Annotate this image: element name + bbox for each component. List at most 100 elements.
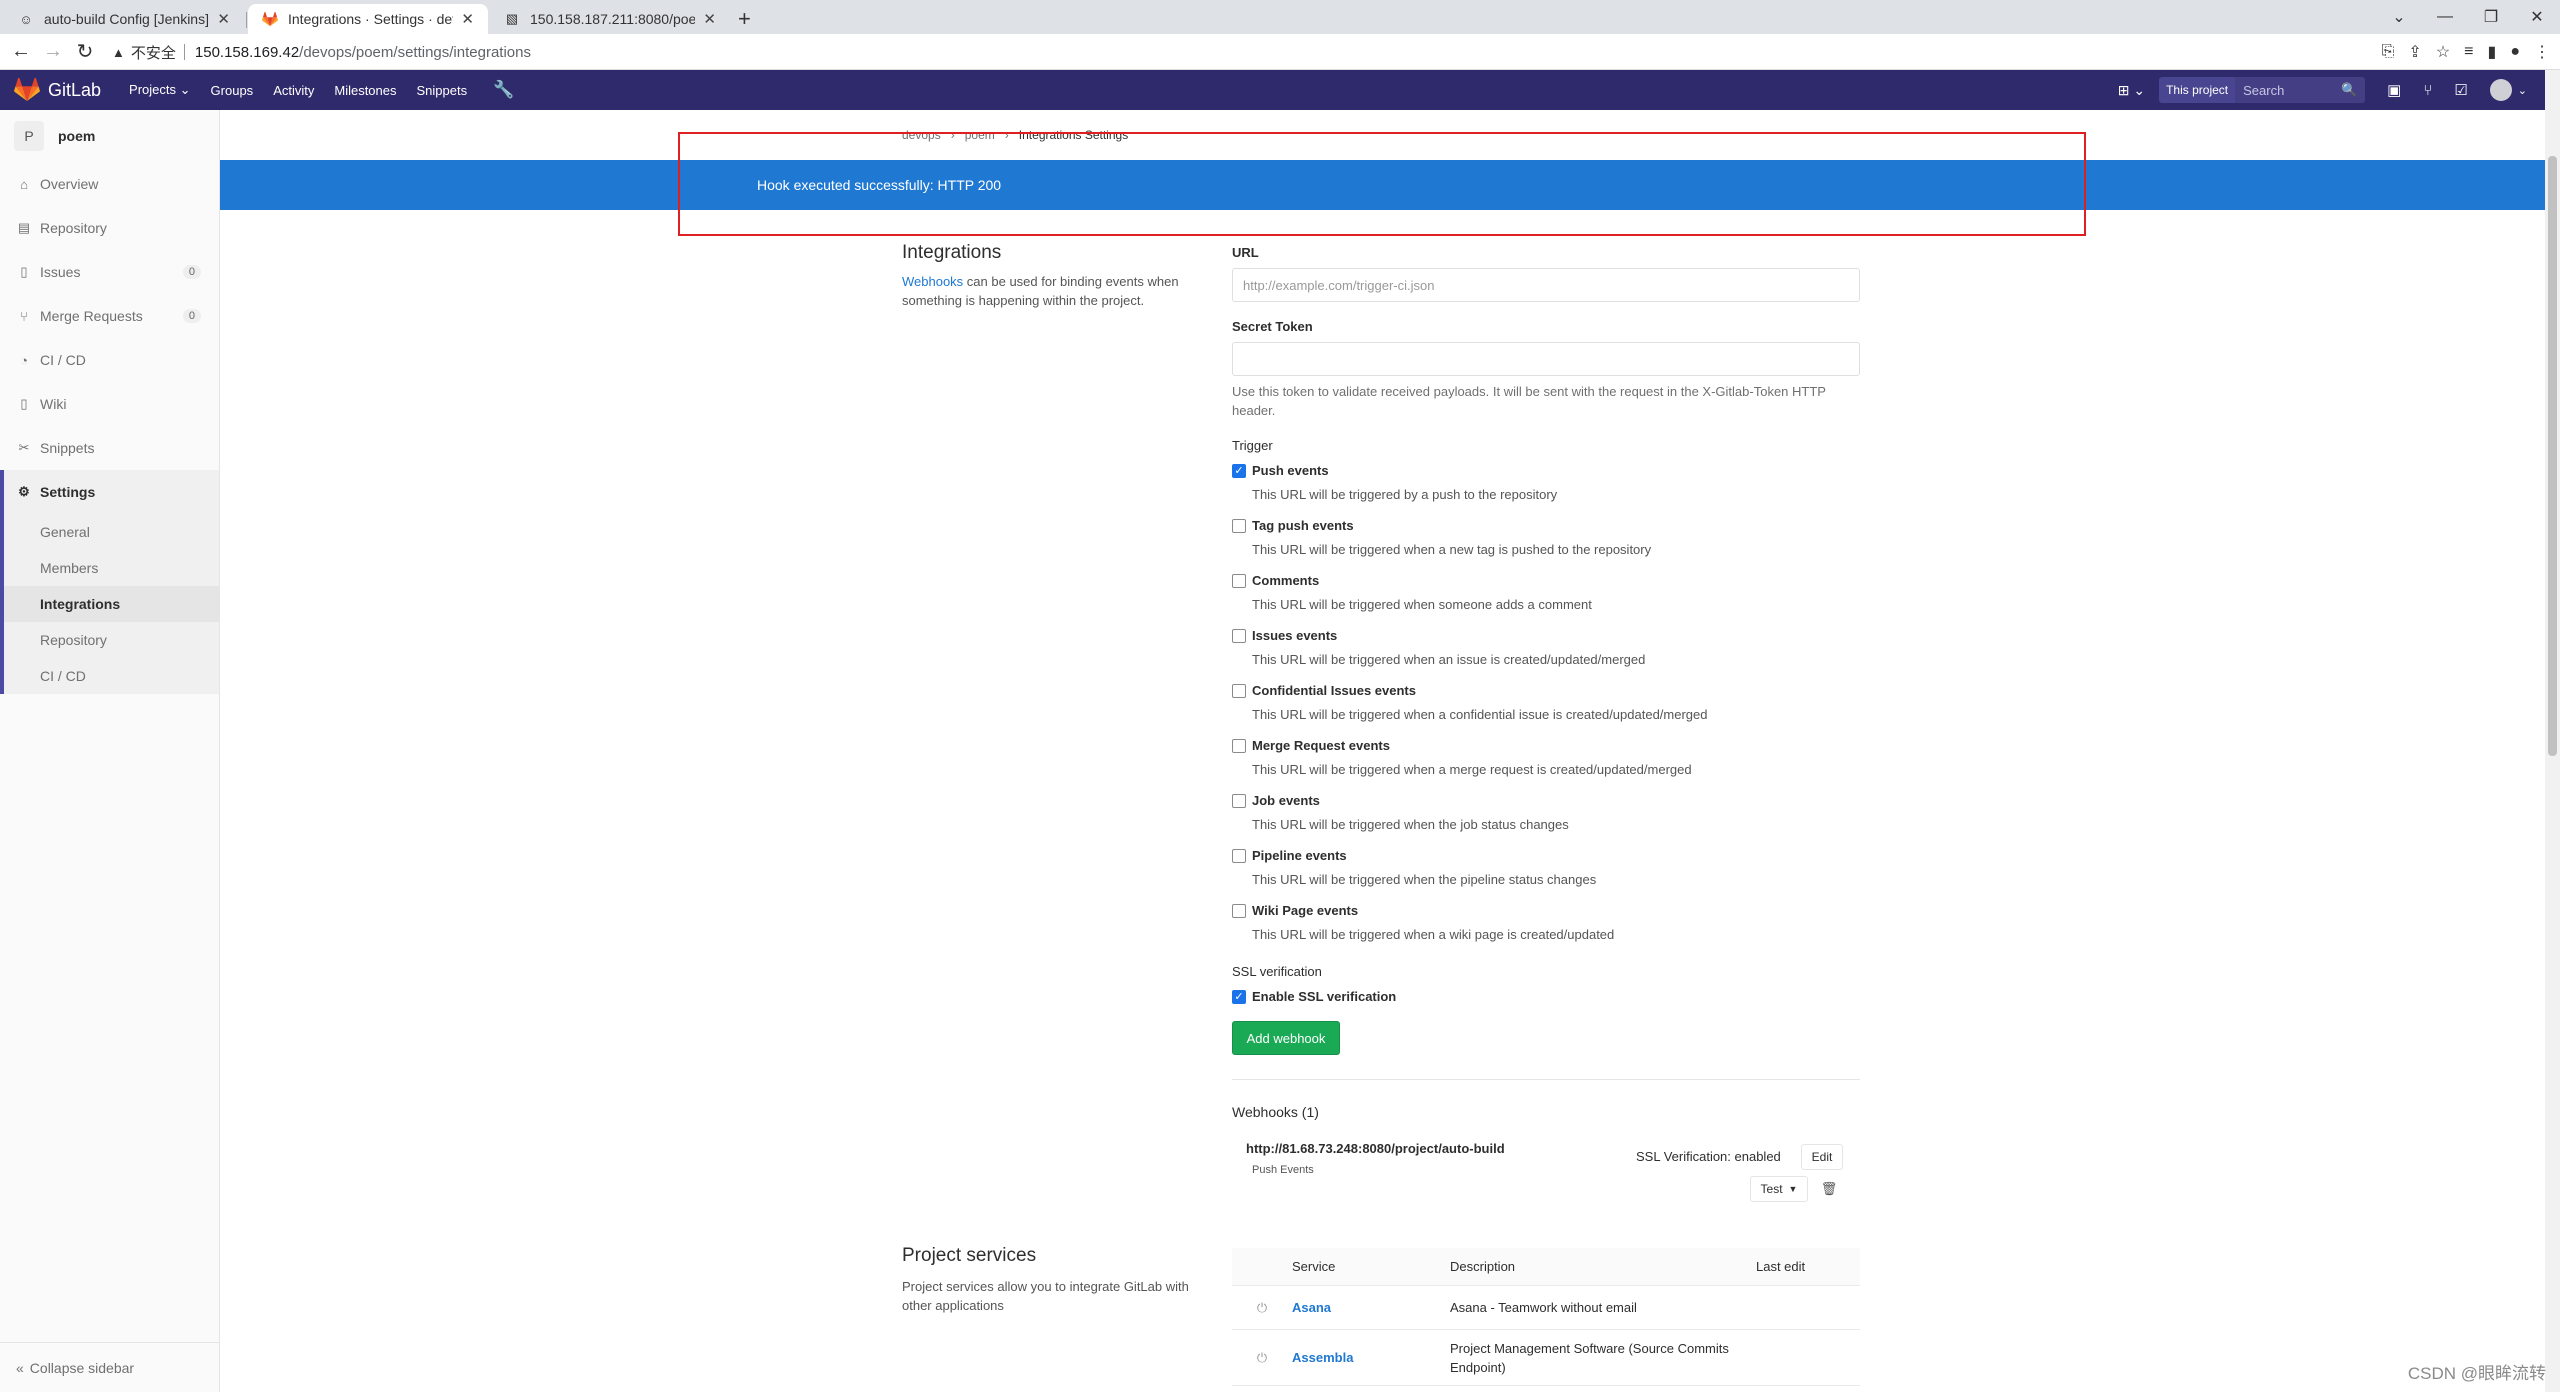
edit-webhook-button[interactable]: Edit: [1801, 1144, 1843, 1170]
reload-icon[interactable]: ↻: [74, 39, 96, 64]
minimize-icon[interactable]: —: [2422, 8, 2468, 26]
trigger-name: Push events: [1252, 463, 1329, 478]
checkbox-confidential-issues-events[interactable]: [1232, 683, 1246, 698]
trigger-job-events: Job events This URL will be triggered wh…: [1232, 793, 1569, 832]
sidebar-item-merge-requests[interactable]: ⑂ Merge Requests 0: [0, 294, 219, 338]
trigger-name: Confidential Issues events: [1252, 683, 1416, 698]
service-link-asana[interactable]: Asana: [1292, 1300, 1450, 1315]
divider: [183, 44, 185, 60]
trigger-help: This URL will be triggered when a confid…: [1252, 707, 1708, 722]
webhooks-link[interactable]: Webhooks: [902, 274, 963, 289]
checkbox-pipeline-events[interactable]: [1232, 848, 1246, 863]
sidepanel-icon[interactable]: ▮: [2488, 42, 2497, 62]
ssl-verification-label: SSL verification: [1232, 964, 1322, 979]
checkbox-job-events[interactable]: [1232, 793, 1246, 808]
url-placeholder: http://example.com/trigger-ci.json: [1243, 277, 1435, 293]
checkbox-issues-events[interactable]: [1232, 628, 1246, 643]
search-scope-badge[interactable]: This project: [2159, 77, 2236, 103]
sidebar-item-repository[interactable]: ▤ Repository: [0, 206, 219, 250]
wrench-icon[interactable]: 🔧: [493, 80, 514, 100]
delete-webhook-button[interactable]: 🗑: [1815, 1176, 1843, 1202]
back-icon[interactable]: ←: [10, 40, 32, 63]
sidebar-item-overview[interactable]: ⌂ Overview: [0, 162, 219, 206]
trigger-name: Issues events: [1252, 628, 1338, 643]
translate-icon[interactable]: ⎘: [2382, 43, 2395, 61]
new-dropdown-plus-icon[interactable]: ⊞ ⌄: [2118, 82, 2145, 99]
trigger-comments: Comments This URL will be triggered when…: [1232, 573, 1592, 612]
sidebar-item-label: Wiki: [40, 396, 67, 412]
add-webhook-button[interactable]: Add webhook: [1232, 1021, 1340, 1055]
issues-icon[interactable]: ▣: [2387, 81, 2401, 99]
trigger-merge-request-events: Merge Request events This URL will be tr…: [1232, 738, 1692, 777]
todo-icon[interactable]: ☑: [2454, 81, 2467, 99]
forward-icon[interactable]: →: [42, 40, 64, 63]
nav-milestones[interactable]: Milestones: [334, 83, 396, 98]
profile-icon[interactable]: ●: [2510, 43, 2520, 61]
sidebar-item-issues[interactable]: ▯ Issues 0: [0, 250, 219, 294]
sidebar-subitem-general[interactable]: General: [4, 514, 219, 550]
service-link-assembla[interactable]: Assembla: [1292, 1350, 1450, 1365]
chevron-down-icon[interactable]: ⌄: [2518, 84, 2527, 97]
test-webhook-dropdown[interactable]: Test ▼: [1750, 1176, 1808, 1202]
checkbox-wiki-page-events[interactable]: [1232, 903, 1246, 918]
sidebar-project-header[interactable]: P poem: [0, 110, 219, 162]
nav-snippets[interactable]: Snippets: [417, 83, 468, 98]
secret-token-label: Secret Token: [1232, 319, 1313, 334]
checkbox-comments[interactable]: [1232, 573, 1246, 588]
scrollbar-thumb[interactable]: [2548, 156, 2557, 756]
webhook-events: Push Events: [1252, 1164, 1314, 1176]
sidebar-item-ci-cd[interactable]: ◔ CI / CD: [0, 338, 219, 382]
column-header-description: Description: [1450, 1259, 1516, 1274]
checkbox-tag-push-events[interactable]: [1232, 518, 1246, 533]
trigger-help: This URL will be triggered when a wiki p…: [1252, 927, 1615, 942]
power-icon: ⏻: [1256, 1299, 1268, 1315]
tab-title: 150.158.187.211:8080/poem_: [530, 11, 696, 27]
sidebar-item-settings[interactable]: ⚙ Settings: [4, 470, 219, 514]
search-input[interactable]: Search 🔍: [2235, 77, 2366, 103]
checkbox-merge-request-events[interactable]: [1232, 738, 1246, 753]
sidebar-subitem-members[interactable]: Members: [4, 550, 219, 586]
browser-tab-gitlab[interactable]: Integrations · Settings · devop ✕: [248, 4, 488, 34]
sidebar-subitem-integrations[interactable]: Integrations: [4, 586, 219, 622]
nav-groups[interactable]: Groups: [211, 83, 254, 98]
page-title: Integrations: [902, 242, 1002, 263]
sidebar-subitem-ci-cd[interactable]: CI / CD: [4, 658, 219, 694]
star-icon[interactable]: ☆: [2436, 42, 2450, 62]
browser-tab-strip: ☺ auto-build Config [Jenkins] ✕ Integrat…: [0, 0, 2560, 34]
url-input[interactable]: http://example.com/trigger-ci.json: [1232, 268, 1860, 302]
trigger-help: This URL will be triggered when the job …: [1252, 817, 1569, 832]
nav-projects[interactable]: Projects ⌄: [129, 82, 191, 98]
collapse-sidebar-button[interactable]: « Collapse sidebar: [0, 1342, 220, 1392]
browser-tab-poem[interactable]: ▧ 150.158.187.211:8080/poem_ ✕: [490, 4, 730, 34]
tab-title: auto-build Config [Jenkins]: [44, 11, 209, 27]
sidebar-subitem-repository[interactable]: Repository: [4, 622, 219, 658]
services-table: Service Description Last edit ⏻ Asana As…: [1232, 1248, 1860, 1386]
nav-activity[interactable]: Activity: [273, 83, 314, 98]
trigger-name: Comments: [1252, 573, 1320, 588]
sidebar-item-snippets[interactable]: ✂ Snippets: [0, 426, 219, 470]
close-window-icon[interactable]: ✕: [2514, 7, 2560, 27]
close-icon[interactable]: ✕: [461, 10, 474, 28]
checkbox-push-events[interactable]: ✓: [1232, 463, 1246, 478]
sidebar-item-wiki[interactable]: ▯ Wiki: [0, 382, 219, 426]
restore-icon[interactable]: ❐: [2468, 7, 2514, 27]
chevron-down-icon[interactable]: ⌄: [2376, 7, 2422, 27]
new-tab-button[interactable]: +: [738, 6, 751, 32]
trigger-push-events: ✓ Push events This URL will be triggered …: [1232, 463, 1557, 502]
gitlab-logo[interactable]: GitLab: [14, 78, 101, 102]
secret-token-input[interactable]: [1232, 342, 1860, 376]
url-field[interactable]: ▲ 不安全 150.158.169.42 /devops/poem/settin…: [112, 38, 2312, 66]
close-icon[interactable]: ✕: [703, 10, 716, 28]
share-icon[interactable]: ⇪: [2408, 42, 2421, 62]
user-avatar[interactable]: [2489, 79, 2512, 101]
reading-list-icon[interactable]: ≡: [2464, 43, 2473, 61]
warning-icon: ▲: [112, 44, 125, 60]
page-scrollbar[interactable]: [2545, 70, 2560, 1392]
tab-divider: [246, 12, 247, 28]
menu-icon[interactable]: ⋮: [2534, 42, 2550, 62]
checkbox-enable-ssl[interactable]: ✓: [1232, 989, 1246, 1004]
close-icon[interactable]: ✕: [217, 10, 230, 28]
browser-tab-jenkins[interactable]: ☺ auto-build Config [Jenkins] ✕: [4, 4, 244, 34]
home-icon: ⌂: [20, 176, 28, 192]
merge-request-icon[interactable]: ⑂: [2423, 82, 2432, 99]
